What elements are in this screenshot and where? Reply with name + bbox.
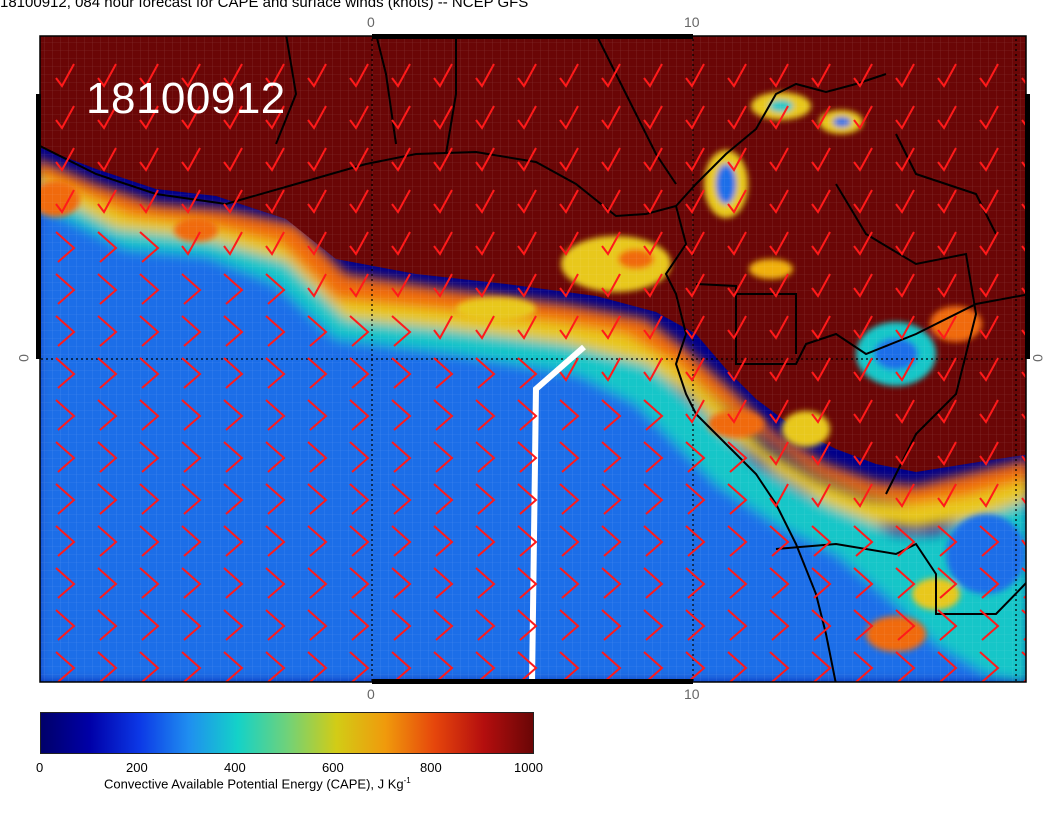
page-title: 18100912, 084 hour forecast for CAPE and… [0,0,529,11]
tick-top-0: 0 [367,14,375,30]
cape-colorbar [40,712,534,754]
colorbar-label: 200 [126,760,148,775]
colorbar-label: 800 [420,760,442,775]
colorbar-label: 1000 [514,760,543,775]
forecast-stamp: 18100912 [86,74,286,123]
colorbar-label: 0 [36,760,44,775]
cape-map [36,34,1030,684]
colorbar-label: 600 [322,760,344,775]
colorbar-title-exponent: -1 [403,776,411,785]
colorbar-title-text: Convective Available Potential Energy (C… [104,776,404,792]
tick-right-0: 0 [1029,354,1046,362]
tick-left-0: 0 [15,354,32,362]
map-panel[interactable]: 18100912 [36,34,1030,684]
tick-bottom-0: 0 [367,686,375,702]
tick-bottom-10: 10 [684,686,700,702]
colorbar-label: 400 [224,760,246,775]
colorbar-title: Convective Available Potential Energy (C… [104,776,411,791]
tick-top-10: 10 [684,14,700,30]
